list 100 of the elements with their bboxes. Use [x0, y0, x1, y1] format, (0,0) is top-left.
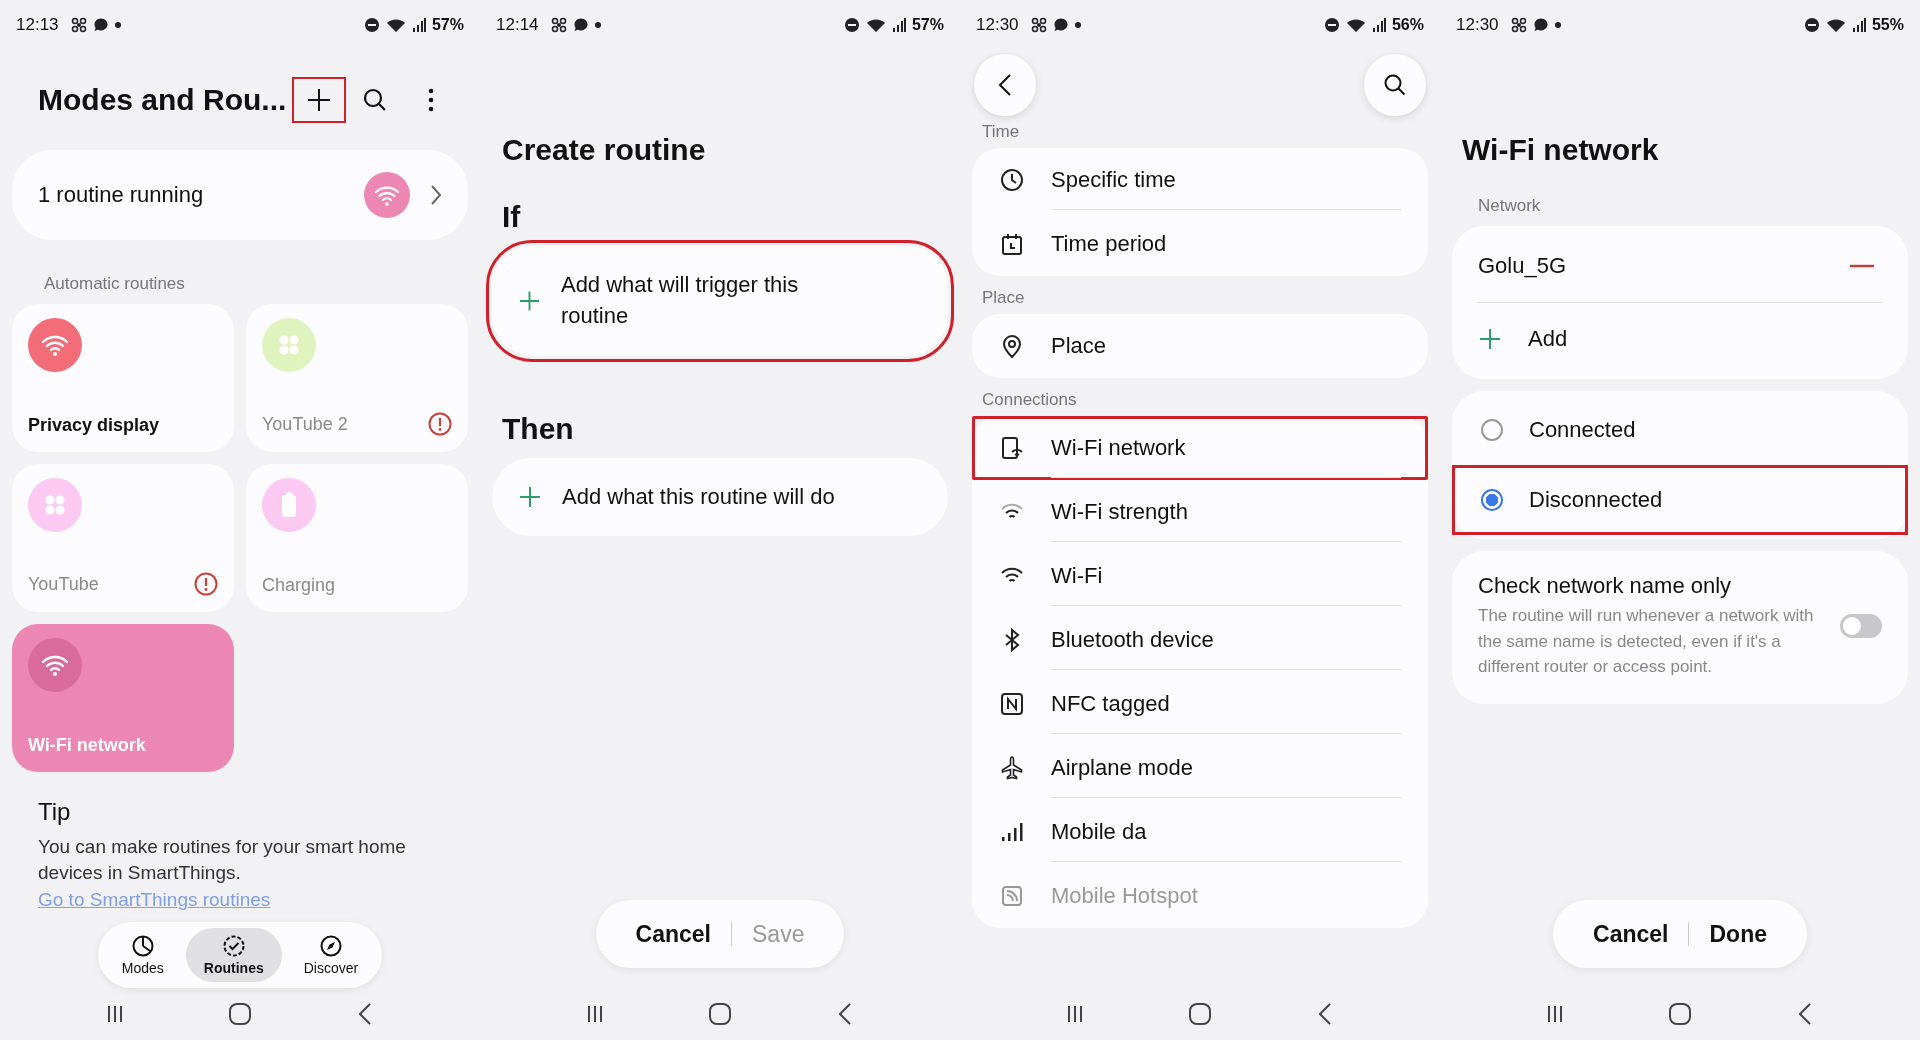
running-routines-card[interactable]: 1 routine running	[12, 150, 468, 240]
action-button[interactable]: Done	[1689, 908, 1787, 960]
network-name: Golu_5G	[1478, 253, 1567, 279]
chat-icon	[572, 17, 589, 33]
navigation-tab[interactable]: Modes	[103, 928, 182, 982]
section-label: Place	[981, 287, 1026, 309]
dot-icon	[1074, 22, 1081, 28]
tip-text: You can make routines for your smart home devices in SmartThings.	[37, 835, 407, 885]
notification-icon	[70, 17, 87, 33]
minus-icon	[1850, 264, 1874, 268]
clock-time: 12:13	[16, 15, 59, 35]
back-icon	[838, 1002, 853, 1026]
toggle-switch[interactable]	[1840, 614, 1882, 639]
notification-icon	[1510, 17, 1527, 33]
condition-item[interactable]: Wi-Fi network	[972, 416, 1428, 480]
nfc-icon	[999, 691, 1025, 717]
radio-button[interactable]	[1481, 419, 1503, 441]
routine-card[interactable]: Charging	[246, 464, 468, 612]
radio-button[interactable]	[1481, 489, 1503, 511]
page-title: Wi-Fi network	[1461, 132, 1660, 168]
signal-icon	[411, 17, 426, 33]
clock-time: 12:30	[976, 15, 1019, 35]
routine-name: YouTube	[28, 573, 99, 595]
dot-icon	[1554, 22, 1561, 28]
wifi-icon	[1825, 17, 1846, 33]
battery-percent: 57%	[911, 16, 944, 34]
setting-title: Check network name only	[1478, 573, 1733, 599]
do-not-disturb-icon	[843, 17, 860, 33]
condition-item[interactable]: Mobile da	[972, 800, 1428, 864]
clock-icon	[999, 167, 1025, 193]
compass-icon	[318, 934, 343, 958]
wifi-icon	[364, 172, 410, 218]
airplane-icon	[999, 755, 1025, 781]
search-button[interactable]	[1364, 54, 1426, 116]
plus-icon	[518, 288, 541, 313]
recent-apps-icon	[1065, 1004, 1084, 1024]
dot-icon	[594, 22, 601, 28]
tip-title: Tip	[37, 797, 72, 827]
section-label: Automatic routines	[43, 273, 186, 295]
home-icon	[228, 1002, 252, 1026]
check-circle-icon	[221, 934, 246, 958]
section-label: Network	[1477, 195, 1542, 217]
chevron-right-icon	[430, 184, 442, 206]
page-title: Create routine	[501, 132, 707, 168]
section-label: Time	[981, 121, 1021, 143]
plus-icon	[305, 86, 333, 114]
wifi-icon	[385, 17, 406, 33]
radio-option[interactable]: Disconnected	[1452, 465, 1908, 535]
home-icon	[1668, 1002, 1692, 1026]
dot-icon	[114, 22, 121, 28]
routine-card[interactable]: Privacy display	[12, 304, 234, 452]
notification-icon	[1030, 17, 1047, 33]
home-icon	[1188, 1002, 1212, 1026]
wifi-icon	[1345, 17, 1366, 33]
plus-icon	[1478, 327, 1502, 351]
recent-apps-icon	[585, 1004, 604, 1024]
condition-item[interactable]: Place	[972, 314, 1428, 378]
condition-item[interactable]: Wi-Fi strength	[972, 480, 1428, 544]
routine-name: Wi-Fi network	[28, 735, 146, 756]
home-icon	[708, 1002, 732, 1026]
hotspot-icon	[999, 883, 1025, 909]
battery-percent: 57%	[431, 16, 464, 34]
back-icon	[1318, 1002, 1333, 1026]
pie-chart-icon	[130, 934, 155, 958]
signal-icon	[1851, 17, 1866, 33]
condition-item[interactable]: Specific time	[972, 148, 1428, 212]
plus-icon	[518, 485, 542, 509]
add-network-button[interactable]: Add	[1478, 303, 1882, 375]
page-title: Modes and Rou...	[38, 83, 287, 117]
calendar-icon	[999, 231, 1025, 257]
back-icon	[1798, 1002, 1813, 1026]
radio-option[interactable]: Connected	[1452, 395, 1908, 465]
condition-item[interactable]: Time period	[972, 212, 1428, 276]
battery-percent: 56%	[1391, 16, 1424, 34]
action-button[interactable]: Cancel	[1573, 908, 1689, 960]
add-button[interactable]	[292, 77, 346, 123]
condition-item[interactable]: Airplane mode	[972, 736, 1428, 800]
condition-item[interactable]: Bluetooth device	[972, 608, 1428, 672]
navigation-tab[interactable]: Discover	[285, 928, 377, 982]
section-label: Connections	[981, 389, 1078, 411]
setting-description: The routine will run whenever a network with the same name is detected, even if it's a different router or access point.	[1478, 605, 1815, 678]
chevron-left-icon	[998, 73, 1012, 97]
do-not-disturb-icon	[1803, 17, 1820, 33]
wifi-icon	[865, 17, 886, 33]
more-options-icon	[427, 87, 435, 113]
navigation-tab[interactable]: Routines	[185, 928, 282, 982]
chat-icon	[1532, 17, 1549, 33]
routine-name: Charging	[262, 575, 336, 596]
do-not-disturb-icon	[363, 17, 380, 33]
routine-name: Privacy display	[28, 415, 160, 436]
signal-icon	[891, 17, 906, 33]
action-button[interactable]: Cancel	[615, 908, 731, 960]
condition-item[interactable]: Wi-Fi	[972, 544, 1428, 608]
chat-icon	[1052, 17, 1069, 33]
search-icon	[1383, 73, 1407, 97]
recent-apps-icon	[1545, 1004, 1564, 1024]
search-icon	[362, 87, 388, 113]
battery-percent: 55%	[1871, 16, 1904, 34]
section-heading: Then	[501, 410, 575, 447]
condition-item[interactable]: NFC tagged	[972, 672, 1428, 736]
